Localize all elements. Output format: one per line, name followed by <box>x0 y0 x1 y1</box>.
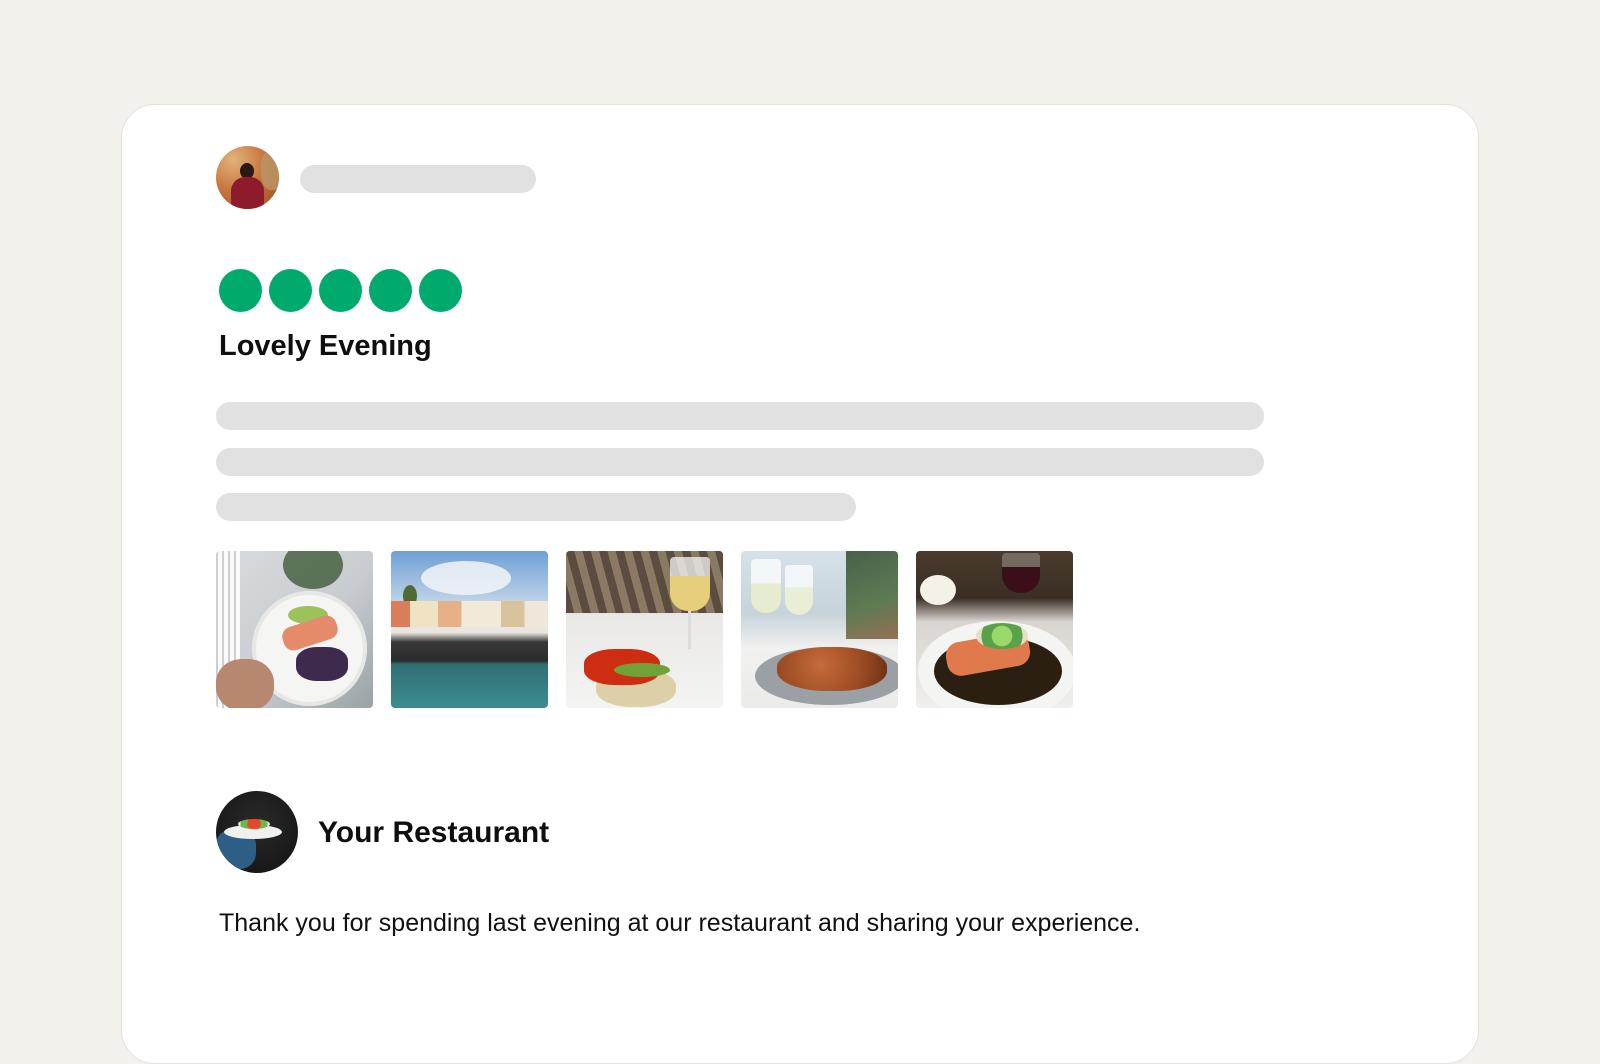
rating-bubble-icon <box>269 269 312 312</box>
review-title: Lovely Evening <box>219 330 432 362</box>
review-photo-seaside-town[interactable] <box>391 551 548 708</box>
owner-avatar[interactable] <box>216 791 298 873</box>
review-photo-salmon-plate[interactable] <box>216 551 373 708</box>
review-text-placeholder-line <box>216 448 1264 476</box>
avatar-background-rock <box>261 150 279 190</box>
rating-bubbles <box>219 269 462 312</box>
review-text-placeholder-line <box>216 493 856 521</box>
rating-bubble-icon <box>419 269 462 312</box>
review-photo-gallery <box>216 551 1073 708</box>
rating-bubble-icon <box>319 269 362 312</box>
owner-name: Your Restaurant <box>318 816 550 849</box>
rating-bubble-icon <box>369 269 412 312</box>
owner-response-text: Thank you for spending last evening at o… <box>219 909 1141 937</box>
review-card: Lovely Evening Your Restaurant Thank you… <box>121 104 1479 1064</box>
reviewer-name-placeholder <box>300 165 536 193</box>
reviewer-avatar[interactable] <box>216 146 279 209</box>
review-photo-lobster-dish[interactable] <box>566 551 723 708</box>
review-photo-salmon-bowl[interactable] <box>916 551 1073 708</box>
rating-bubble-icon <box>219 269 262 312</box>
review-photo-wine-and-nachos[interactable] <box>741 551 898 708</box>
review-text-placeholder-line <box>216 402 1264 430</box>
avatar-person-torso <box>231 177 264 209</box>
